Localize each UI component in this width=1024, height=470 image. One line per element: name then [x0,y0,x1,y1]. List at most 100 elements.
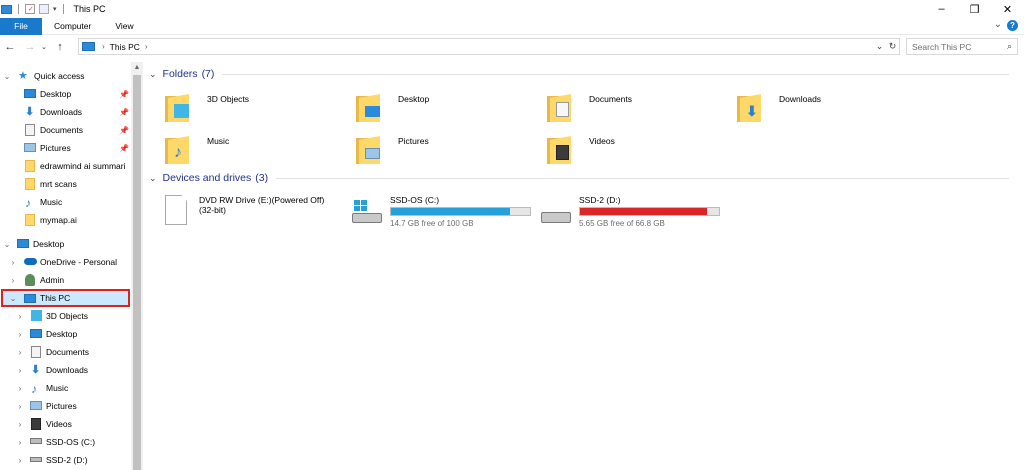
drive-ssd-2[interactable]: SSD-2 (D:) 5.65 GB free of 66.8 GB [541,192,721,232]
back-icon[interactable]: ← [4,41,16,53]
nav-quick-music[interactable]: ♪ Music [0,193,131,211]
drive-free-space: 5.65 GB free of 66.8 GB [579,219,665,228]
up-icon[interactable]: ↑ [54,41,66,53]
folder-icon [25,214,35,226]
drives-group-header[interactable]: ⌄ Devices and drives (3) [149,172,1009,184]
nav-quick-mymap[interactable]: mymap.ai [0,211,131,229]
expand-ribbon-icon[interactable]: ⌄ [994,19,1002,30]
nav-label: Pictures [40,143,71,153]
folders-group-header[interactable]: ⌄ Folders (7) [149,68,1009,80]
tab-view[interactable]: View [103,18,145,35]
collapse-chevron-icon[interactable]: ⌄ [3,240,11,249]
user-icon [25,274,35,286]
nav-quick-mrt-scans[interactable]: mrt scans [0,175,131,193]
expand-chevron-icon[interactable]: › [16,330,24,339]
divider [18,4,19,14]
nav-pc-3d-objects[interactable]: › 3D Objects [0,307,131,325]
folder-videos[interactable]: Videos [547,132,727,168]
nav-pc-documents[interactable]: › Documents [0,343,131,361]
nav-quick-edrawmind[interactable]: edrawmind ai summari [0,157,131,175]
breadcrumb-separator-icon[interactable]: › [102,42,105,51]
downloads-icon: ⬇ [25,105,35,118]
recent-locations-icon[interactable]: ⌄ [38,43,50,51]
nav-pc-downloads[interactable]: › ⬇ Downloads [0,361,131,379]
folder-documents[interactable]: Documents [547,90,727,126]
drive-dvd[interactable]: DVD RW Drive (E:)(Powered Off) (32-bit) [165,192,345,232]
pictures-icon [24,143,36,152]
nav-pc-music[interactable]: › ♪ Music [0,379,131,397]
nav-quick-access[interactable]: ⌄ ★ Quick access [0,67,131,85]
drive-usage-bar [579,207,720,216]
help-icon[interactable]: ? [1007,20,1018,31]
nav-label: Music [46,383,69,393]
address-actions: ⌄ ↻ [873,39,899,54]
folder-desktop[interactable]: Desktop [356,90,536,126]
nav-quick-documents[interactable]: Documents 📌 [0,121,131,139]
customize-toolbar-icon[interactable]: ▾ [53,5,57,13]
nav-label: Documents [46,347,89,357]
nav-quick-downloads[interactable]: ⬇ Downloads 📌 [0,103,131,121]
tab-computer[interactable]: Computer [42,18,103,35]
pin-icon: 📌 [119,125,129,135]
new-folder-icon[interactable] [39,4,49,14]
divider [62,4,64,14]
expand-chevron-icon[interactable]: › [16,348,24,357]
address-row: ← → ⌄ ↑ › This PC › ⌄ ↻ Search This PC ⌕ [0,37,1024,57]
search-input[interactable]: Search This PC ⌕ [906,38,1018,55]
collapse-chevron-icon[interactable]: ⌄ [9,294,17,303]
expand-chevron-icon[interactable]: › [16,438,24,447]
breadcrumb-this-pc[interactable]: This PC [110,42,140,52]
nav-label: Quick access [34,71,85,81]
expand-chevron-icon[interactable]: › [9,258,17,267]
nav-pc-ssd-os[interactable]: › SSD-OS (C:) [0,433,131,451]
nav-quick-desktop[interactable]: Desktop 📌 [0,85,131,103]
title-bar: ✓ ▾ This PC – ❐ ✕ [0,0,1024,18]
music-icon: ♪ [25,195,31,210]
minimize-icon[interactable]: – [925,0,958,18]
nav-quick-pictures[interactable]: Pictures 📌 [0,139,131,157]
nav-scrollbar[interactable]: ▲ [131,62,143,470]
nav-label: Desktop [33,239,65,249]
expand-chevron-icon[interactable]: › [16,312,24,321]
nav-pc-desktop[interactable]: › Desktop [0,325,131,343]
drive-icon [30,438,42,444]
pin-icon: 📌 [119,107,129,117]
address-bar[interactable]: › This PC › ⌄ ↻ [78,38,900,55]
expand-chevron-icon[interactable]: › [16,402,24,411]
nav-admin[interactable]: › Admin [0,271,131,289]
properties-icon[interactable]: ✓ [25,4,35,14]
folder-music[interactable]: ♪ Music [165,132,345,168]
maximize-icon[interactable]: ❐ [958,0,991,18]
nav-pc-ssd-2[interactable]: › SSD-2 (D:) [0,451,131,469]
collapse-chevron-icon[interactable]: ⌄ [3,72,11,81]
expand-chevron-icon[interactable]: › [16,456,24,465]
nav-pc-videos[interactable]: › Videos [0,415,131,433]
forward-icon[interactable]: → [24,41,36,53]
folder-3d-objects[interactable]: 3D Objects [165,90,345,126]
nav-pc-pictures[interactable]: › Pictures [0,397,131,415]
nav-label: SSD-2 (D:) [46,455,88,465]
breadcrumb-chevron-icon[interactable]: › [145,42,148,51]
folder-downloads[interactable]: ⬇ Downloads [737,90,917,126]
collapse-chevron-icon[interactable]: ⌄ [149,173,157,184]
tab-file[interactable]: File [0,17,42,35]
expand-chevron-icon[interactable]: › [16,384,24,393]
nav-desktop-root[interactable]: ⌄ Desktop [0,235,131,253]
refresh-icon[interactable]: ↻ [886,41,899,52]
expand-chevron-icon[interactable]: › [16,366,24,375]
collapse-chevron-icon[interactable]: ⌄ [149,69,157,80]
nav-this-pc[interactable]: ⌄ This PC [1,289,130,307]
search-icon[interactable]: ⌕ [1007,41,1012,52]
address-dropdown-icon[interactable]: ⌄ [873,41,886,52]
windows-drive-icon [352,200,382,226]
expand-chevron-icon[interactable]: › [9,276,17,285]
folder-pictures[interactable]: Pictures [356,132,536,168]
nav-onedrive[interactable]: › OneDrive - Personal [0,253,131,271]
scroll-thumb[interactable] [133,75,141,470]
close-icon[interactable]: ✕ [991,0,1024,18]
expand-chevron-icon[interactable]: › [16,420,24,429]
group-count: (3) [255,172,269,184]
drive-ssd-os[interactable]: SSD-OS (C:) 14.7 GB free of 100 GB [352,192,532,232]
scroll-up-icon[interactable]: ▲ [131,62,143,74]
window-controls: – ❐ ✕ [925,0,1024,18]
